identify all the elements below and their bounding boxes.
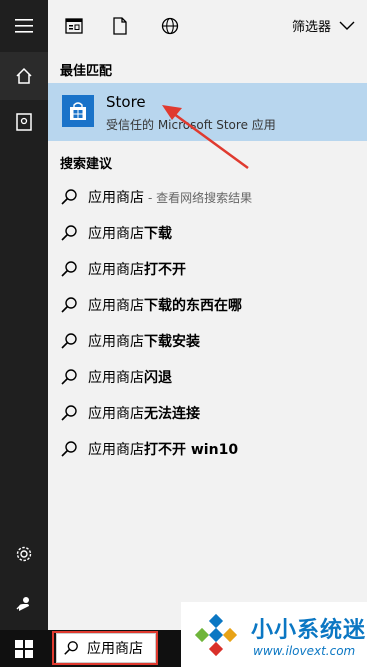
suggestion-item[interactable]: 应用商店 打不开 (48, 251, 367, 287)
suggestion-text: 应用商店 (88, 406, 144, 422)
suggestion-text: 应用商店 (88, 370, 144, 386)
settings-icon[interactable] (0, 530, 48, 578)
watermark-logo (194, 613, 238, 657)
suggestion-item[interactable]: 应用商店 无法连接 (48, 395, 367, 431)
suggestion-text: 应用商店 (88, 442, 144, 458)
search-icon (61, 261, 77, 277)
watermark-url: www.ilovext.com (253, 644, 356, 658)
search-icon (61, 369, 77, 385)
search-icon (61, 441, 77, 457)
suggestion-bold: 打不开 win10 (144, 442, 239, 458)
windows-start-icon[interactable] (0, 630, 48, 667)
chevron-down-icon (339, 21, 355, 30)
suggestion-item[interactable]: 应用商店 - 查看网络搜索结果 (48, 179, 367, 215)
suggestion-bold: 打不开 (144, 262, 186, 278)
search-icon (64, 641, 78, 655)
toolbar: 筛选器 (48, 0, 367, 52)
search-icon (61, 297, 77, 313)
home-icon[interactable] (0, 52, 48, 100)
taskbar-search-input[interactable]: 应用商店 (56, 633, 156, 663)
best-match-result[interactable]: Store 受信任的 Microsoft Store 应用 (48, 83, 367, 141)
suggestion-item[interactable]: 应用商店 下载安装 (48, 323, 367, 359)
search-value: 应用商店 (87, 641, 143, 657)
suggestion-item[interactable]: 应用商店 下载的东西在哪 (48, 287, 367, 323)
search-icon (61, 225, 77, 241)
search-icon (61, 189, 77, 205)
best-match-heading: 最佳匹配 (60, 64, 113, 79)
suggestion-text: 应用商店 (88, 262, 144, 278)
suggestion-text: 应用商店 (88, 334, 144, 350)
app-subtitle: 受信任的 Microsoft Store 应用 (106, 118, 276, 132)
suggestion-bold: 无法连接 (144, 406, 200, 422)
suggestion-text: 应用商店 (88, 298, 144, 314)
filter-label: 筛选器 (291, 20, 331, 35)
app-name: Store (106, 93, 146, 111)
filter-dropdown[interactable]: 筛选器 (292, 16, 355, 35)
search-icon (61, 333, 77, 349)
hamburger-icon[interactable] (0, 2, 48, 50)
feedback-icon[interactable] (0, 580, 48, 628)
suggestion-text: 应用商店 (88, 226, 144, 242)
watermark: 小小系统迷 www.ilovext.com (181, 602, 367, 667)
store-app-icon (62, 95, 94, 127)
suggestion-bold: 下载安装 (144, 334, 200, 350)
suggestion-note: - 查看网络搜索结果 (148, 190, 253, 205)
left-rail (0, 0, 48, 630)
apps-icon[interactable] (62, 14, 86, 38)
suggestion-item[interactable]: 应用商店 闪退 (48, 359, 367, 395)
notebook-icon[interactable] (0, 98, 48, 146)
suggestion-item[interactable]: 应用商店 下载 (48, 215, 367, 251)
suggestion-bold: 下载 (144, 226, 172, 242)
suggestions-heading: 搜索建议 (60, 157, 113, 172)
document-icon[interactable] (108, 14, 132, 38)
suggestion-text: 应用商店 (88, 190, 144, 206)
suggestion-bold: 闪退 (144, 370, 172, 386)
suggestion-bold: 下载的东西在哪 (144, 298, 242, 314)
suggestion-item[interactable]: 应用商店 打不开 win10 (48, 431, 367, 467)
web-icon[interactable] (158, 14, 182, 38)
search-icon (61, 405, 77, 421)
results-panel: 最佳匹配 Store 受信任的 Microsoft Store 应用 搜索建议 … (48, 52, 367, 630)
watermark-title: 小小系统迷 (251, 618, 367, 643)
